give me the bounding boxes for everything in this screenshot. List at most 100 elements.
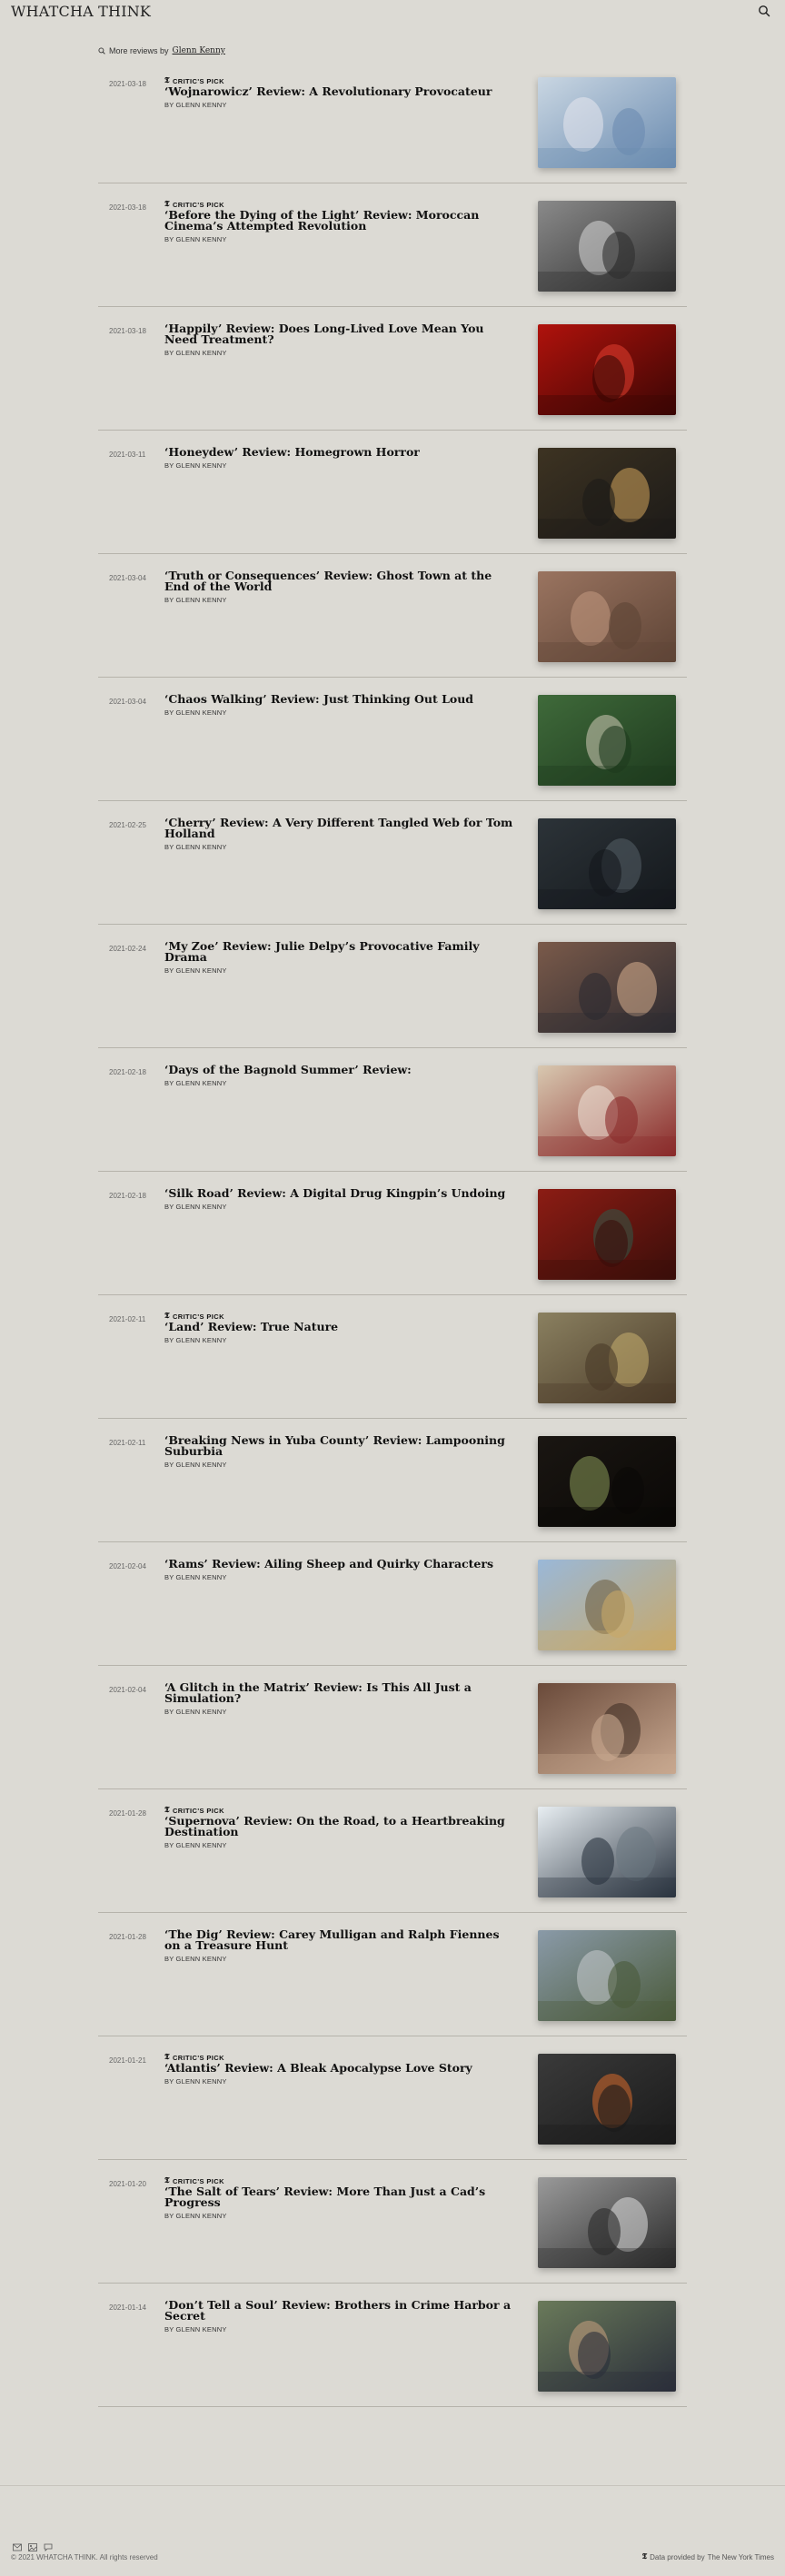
review-thumbnail-image[interactable] bbox=[538, 448, 676, 539]
review-title-link[interactable]: ‘A Glitch in the Matrix’ Review: Is This… bbox=[164, 1681, 519, 1704]
review-title-link[interactable]: ‘Wojnarowicz’ Review: A Revolutionary Pr… bbox=[164, 85, 519, 97]
review-date: 2021-02-04 bbox=[109, 1686, 146, 1694]
author-link[interactable]: Glenn Kenny bbox=[173, 46, 225, 55]
review-text: ‘The Dig’ Review: Carey Mulligan and Ral… bbox=[164, 1928, 519, 1963]
review-thumbnail-image[interactable] bbox=[538, 695, 676, 786]
review-thumbnail-image[interactable] bbox=[538, 1930, 676, 2021]
image-icon[interactable] bbox=[28, 2540, 37, 2551]
review-title-link[interactable]: ‘Silk Road’ Review: A Digital Drug Kingp… bbox=[164, 1187, 519, 1199]
review-title-link[interactable]: ‘Land’ Review: True Nature bbox=[164, 1321, 519, 1333]
review-thumbnail-image[interactable] bbox=[538, 1683, 676, 1774]
review-text: 𝕿 CRITIC'S PICK ‘Land’ Review: True Nature… bbox=[164, 1312, 519, 1344]
review-date: 2021-01-28 bbox=[109, 1809, 146, 1818]
review-row[interactable]: 2021-01-21 𝕿 CRITIC'S PICK ‘Atlantis’ Revie… bbox=[98, 2036, 687, 2160]
review-text: ‘Happily’ Review: Does Long-Lived Love M… bbox=[164, 322, 519, 357]
review-text: 𝕿 CRITIC'S PICK ‘Before the Dying of the L… bbox=[164, 200, 519, 243]
review-row[interactable]: 2021-02-04 ‘A Glitch in the Matrix’ Revie… bbox=[98, 1666, 687, 1789]
review-list: 2021-03-18 𝕿 CRITIC'S PICK ‘Wojnarowicz’ Re… bbox=[98, 60, 687, 2407]
review-title-link[interactable]: ‘Rams’ Review: Ailing Sheep and Quirky C… bbox=[164, 1558, 519, 1570]
review-byline: BY GLENN KENNY bbox=[164, 101, 227, 109]
review-thumbnail-image[interactable] bbox=[538, 1065, 676, 1156]
review-title-link[interactable]: ‘Honeydew’ Review: Homegrown Horror bbox=[164, 446, 519, 458]
review-row[interactable]: 2021-02-18 ‘Silk Road’ Review: A Digital … bbox=[98, 1172, 687, 1295]
header: WHATCHA THINK bbox=[0, 0, 785, 22]
review-text: ‘Truth or Consequences’ Review: Ghost To… bbox=[164, 570, 519, 604]
mail-icon[interactable] bbox=[13, 2540, 22, 2551]
review-text: ‘Breaking News in Yuba County’ Review: L… bbox=[164, 1434, 519, 1469]
review-thumbnail-image[interactable] bbox=[538, 2177, 676, 2268]
review-title-link[interactable]: ‘Supernova’ Review: On the Road, to a He… bbox=[164, 1815, 519, 1838]
review-row[interactable]: 2021-01-20 𝕿 CRITIC'S PICK ‘The Salt of Tea… bbox=[98, 2160, 687, 2284]
review-thumbnail-image[interactable] bbox=[538, 1189, 676, 1280]
review-row[interactable]: 2021-01-28 ‘The Dig’ Review: Carey Mullig… bbox=[98, 1913, 687, 2036]
review-text: ‘Chaos Walking’ Review: Just Thinking Ou… bbox=[164, 693, 519, 717]
review-thumbnail-image[interactable] bbox=[538, 324, 676, 415]
nyt-logo-icon: 𝕿 bbox=[641, 2552, 648, 2561]
review-thumbnail-image[interactable] bbox=[538, 1436, 676, 1527]
review-title-link[interactable]: ‘The Dig’ Review: Carey Mulligan and Ral… bbox=[164, 1928, 519, 1951]
review-row[interactable]: 2021-02-11 𝕿 CRITIC'S PICK ‘Land’ Review: T… bbox=[98, 1295, 687, 1419]
review-date: 2021-02-11 bbox=[109, 1439, 146, 1447]
review-title-link[interactable]: ‘Days of the Bagnold Summer’ Review: bbox=[164, 1064, 519, 1075]
attribution-source[interactable]: The New York Times bbox=[708, 2553, 774, 2561]
review-title-link[interactable]: ‘My Zoe’ Review: Julie Delpy’s Provocati… bbox=[164, 940, 519, 963]
review-row[interactable]: 2021-03-04 ‘Truth or Consequences’ Review… bbox=[98, 554, 687, 678]
review-thumbnail-image[interactable] bbox=[538, 1560, 676, 1650]
copyright: © 2021 WHATCHA THINK. All rights reserve… bbox=[11, 2553, 158, 2561]
review-date: 2021-03-18 bbox=[109, 327, 146, 335]
review-date: 2021-02-04 bbox=[109, 1562, 146, 1570]
review-row[interactable]: 2021-03-04 ‘Chaos Walking’ Review: Just T… bbox=[98, 678, 687, 801]
review-text: ‘Silk Road’ Review: A Digital Drug Kingp… bbox=[164, 1187, 519, 1211]
review-text: ‘My Zoe’ Review: Julie Delpy’s Provocati… bbox=[164, 940, 519, 975]
footer-icons bbox=[13, 2540, 53, 2551]
review-thumbnail-image[interactable] bbox=[538, 201, 676, 292]
brand-logo[interactable]: WHATCHA THINK bbox=[11, 3, 151, 20]
review-text: ‘Don’t Tell a Soul’ Review: Brothers in … bbox=[164, 2299, 519, 2333]
review-row[interactable]: 2021-02-25 ‘Cherry’ Review: A Very Differ… bbox=[98, 801, 687, 925]
review-row[interactable]: 2021-03-18 𝕿 CRITIC'S PICK ‘Wojnarowicz’ Re… bbox=[98, 60, 687, 183]
review-text: 𝕿 CRITIC'S PICK ‘The Salt of Tears’ Review… bbox=[164, 2176, 519, 2220]
review-thumbnail-image[interactable] bbox=[538, 571, 676, 662]
review-thumbnail-image[interactable] bbox=[538, 942, 676, 1033]
review-row[interactable]: 2021-03-18 ‘Happily’ Review: Does Long-Li… bbox=[98, 307, 687, 431]
review-title-link[interactable]: ‘Breaking News in Yuba County’ Review: L… bbox=[164, 1434, 519, 1457]
review-text: 𝕿 CRITIC'S PICK ‘Atlantis’ Review: A Bleak… bbox=[164, 2053, 519, 2086]
search-icon[interactable] bbox=[758, 5, 770, 17]
review-title-link[interactable]: ‘Before the Dying of the Light’ Review: … bbox=[164, 209, 519, 232]
review-row[interactable]: 2021-02-18 ‘Days of the Bagnold Summer’ R… bbox=[98, 1048, 687, 1172]
review-byline: BY GLENN KENNY bbox=[164, 966, 227, 975]
review-date: 2021-01-28 bbox=[109, 1933, 146, 1941]
review-title-link[interactable]: ‘Happily’ Review: Does Long-Lived Love M… bbox=[164, 322, 519, 345]
review-title-link[interactable]: ‘Truth or Consequences’ Review: Ghost To… bbox=[164, 570, 519, 592]
review-row[interactable]: 2021-02-04 ‘Rams’ Review: Ailing Sheep an… bbox=[98, 1542, 687, 1666]
review-date: 2021-02-18 bbox=[109, 1192, 146, 1200]
review-thumbnail-image[interactable] bbox=[538, 2054, 676, 2145]
review-title-link[interactable]: ‘Atlantis’ Review: A Bleak Apocalypse Lo… bbox=[164, 2062, 519, 2074]
review-byline: BY GLENN KENNY bbox=[164, 2325, 227, 2333]
review-row[interactable]: 2021-03-11 ‘Honeydew’ Review: Homegrown H… bbox=[98, 431, 687, 554]
review-title-link[interactable]: ‘Chaos Walking’ Review: Just Thinking Ou… bbox=[164, 693, 519, 705]
review-byline: BY GLENN KENNY bbox=[164, 1461, 227, 1469]
review-title-link[interactable]: ‘Don’t Tell a Soul’ Review: Brothers in … bbox=[164, 2299, 519, 2322]
data-attribution: 𝕿 Data provided by The New York Times bbox=[642, 2552, 774, 2561]
review-row[interactable]: 2021-03-18 𝕿 CRITIC'S PICK ‘Before the Dyin… bbox=[98, 183, 687, 307]
review-row[interactable]: 2021-01-28 𝕿 CRITIC'S PICK ‘Supernova’ Revi… bbox=[98, 1789, 687, 1913]
review-text: ‘Honeydew’ Review: Homegrown Horror BY GL… bbox=[164, 446, 519, 470]
review-date: 2021-02-11 bbox=[109, 1315, 146, 1323]
review-row[interactable]: 2021-01-14 ‘Don’t Tell a Soul’ Review: Br… bbox=[98, 2284, 687, 2407]
review-thumbnail-image[interactable] bbox=[538, 818, 676, 909]
review-text: ‘Rams’ Review: Ailing Sheep and Quirky C… bbox=[164, 1558, 519, 1581]
chat-icon[interactable] bbox=[44, 2540, 53, 2551]
review-row[interactable]: 2021-02-11 ‘Breaking News in Yuba County’… bbox=[98, 1419, 687, 1542]
search-icon bbox=[98, 47, 105, 54]
review-date: 2021-02-24 bbox=[109, 945, 146, 953]
review-thumbnail-image[interactable] bbox=[538, 2301, 676, 2392]
review-byline: BY GLENN KENNY bbox=[164, 1079, 227, 1087]
review-thumbnail-image[interactable] bbox=[538, 77, 676, 168]
review-title-link[interactable]: ‘The Salt of Tears’ Review: More Than Ju… bbox=[164, 2185, 519, 2208]
review-title-link[interactable]: ‘Cherry’ Review: A Very Different Tangle… bbox=[164, 817, 519, 839]
review-thumbnail-image[interactable] bbox=[538, 1313, 676, 1403]
review-row[interactable]: 2021-02-24 ‘My Zoe’ Review: Julie Delpy’s… bbox=[98, 925, 687, 1048]
review-thumbnail-image[interactable] bbox=[538, 1807, 676, 1897]
review-byline: BY GLENN KENNY bbox=[164, 1955, 227, 1963]
